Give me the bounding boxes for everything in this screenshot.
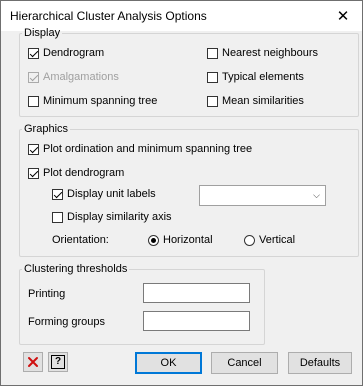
orientation-label: Orientation:	[52, 234, 109, 246]
display-similarity-axis-label: Display similarity axis	[67, 211, 172, 223]
display-legend: Display	[24, 27, 61, 39]
typical-elements-label: Typical elements	[222, 71, 304, 83]
close-icon[interactable]: ✕	[330, 4, 356, 28]
cancel-button[interactable]: Cancel	[211, 352, 278, 374]
options-dialog: Hierarchical Cluster Analysis Options ✕ …	[0, 0, 363, 386]
red-x-icon	[28, 357, 38, 367]
minimum-spanning-tree-label: Minimum spanning tree	[43, 95, 158, 107]
amalgamations-label: Amalgamations	[43, 71, 119, 83]
dendrogram-checkbox[interactable]	[28, 48, 39, 59]
mean-similarities-checkbox[interactable]	[207, 96, 218, 107]
printing-label: Printing	[28, 288, 66, 300]
display-similarity-axis-checkbox[interactable]	[52, 212, 63, 223]
forming-groups-label: Forming groups	[28, 316, 106, 328]
printing-input[interactable]	[143, 283, 250, 303]
plot-ordination-checkbox[interactable]	[28, 144, 39, 155]
chevron-down-icon: ⌵	[313, 190, 320, 200]
ok-button[interactable]: OK	[135, 352, 202, 374]
clustering-thresholds-group: Clustering thresholds	[19, 263, 265, 345]
help-button[interactable]: ?	[48, 352, 68, 372]
plot-dendrogram-label: Plot dendrogram	[43, 167, 125, 179]
display-unit-labels-checkbox[interactable]	[52, 189, 63, 200]
typical-elements-checkbox[interactable]	[207, 72, 218, 83]
orientation-vertical-radio[interactable]	[244, 235, 255, 246]
plot-ordination-label: Plot ordination and minimum spanning tre…	[43, 143, 253, 155]
nearest-neighbours-label: Nearest neighbours	[222, 47, 319, 59]
minimum-spanning-tree-checkbox[interactable]	[28, 96, 39, 107]
display-unit-labels-label: Display unit labels	[67, 188, 156, 200]
dialog-title: Hierarchical Cluster Analysis Options	[10, 9, 207, 23]
forming-groups-input[interactable]	[143, 311, 250, 331]
clear-button[interactable]	[23, 352, 43, 372]
help-question-icon: ?	[51, 355, 65, 369]
dendrogram-label: Dendrogram	[43, 47, 105, 59]
orientation-horizontal-radio[interactable]	[148, 235, 159, 246]
nearest-neighbours-checkbox[interactable]	[207, 48, 218, 59]
orientation-vertical-label: Vertical	[259, 234, 296, 246]
orientation-horizontal-label: Horizontal	[163, 234, 213, 246]
graphics-legend: Graphics	[24, 123, 69, 135]
defaults-button[interactable]: Defaults	[288, 352, 352, 374]
amalgamations-checkbox[interactable]	[28, 72, 39, 83]
clustering-legend: Clustering thresholds	[24, 263, 128, 275]
mean-similarities-label: Mean similarities	[222, 95, 304, 107]
plot-dendrogram-checkbox[interactable]	[28, 168, 39, 179]
unit-labels-dropdown[interactable]: ⌵	[199, 185, 326, 206]
